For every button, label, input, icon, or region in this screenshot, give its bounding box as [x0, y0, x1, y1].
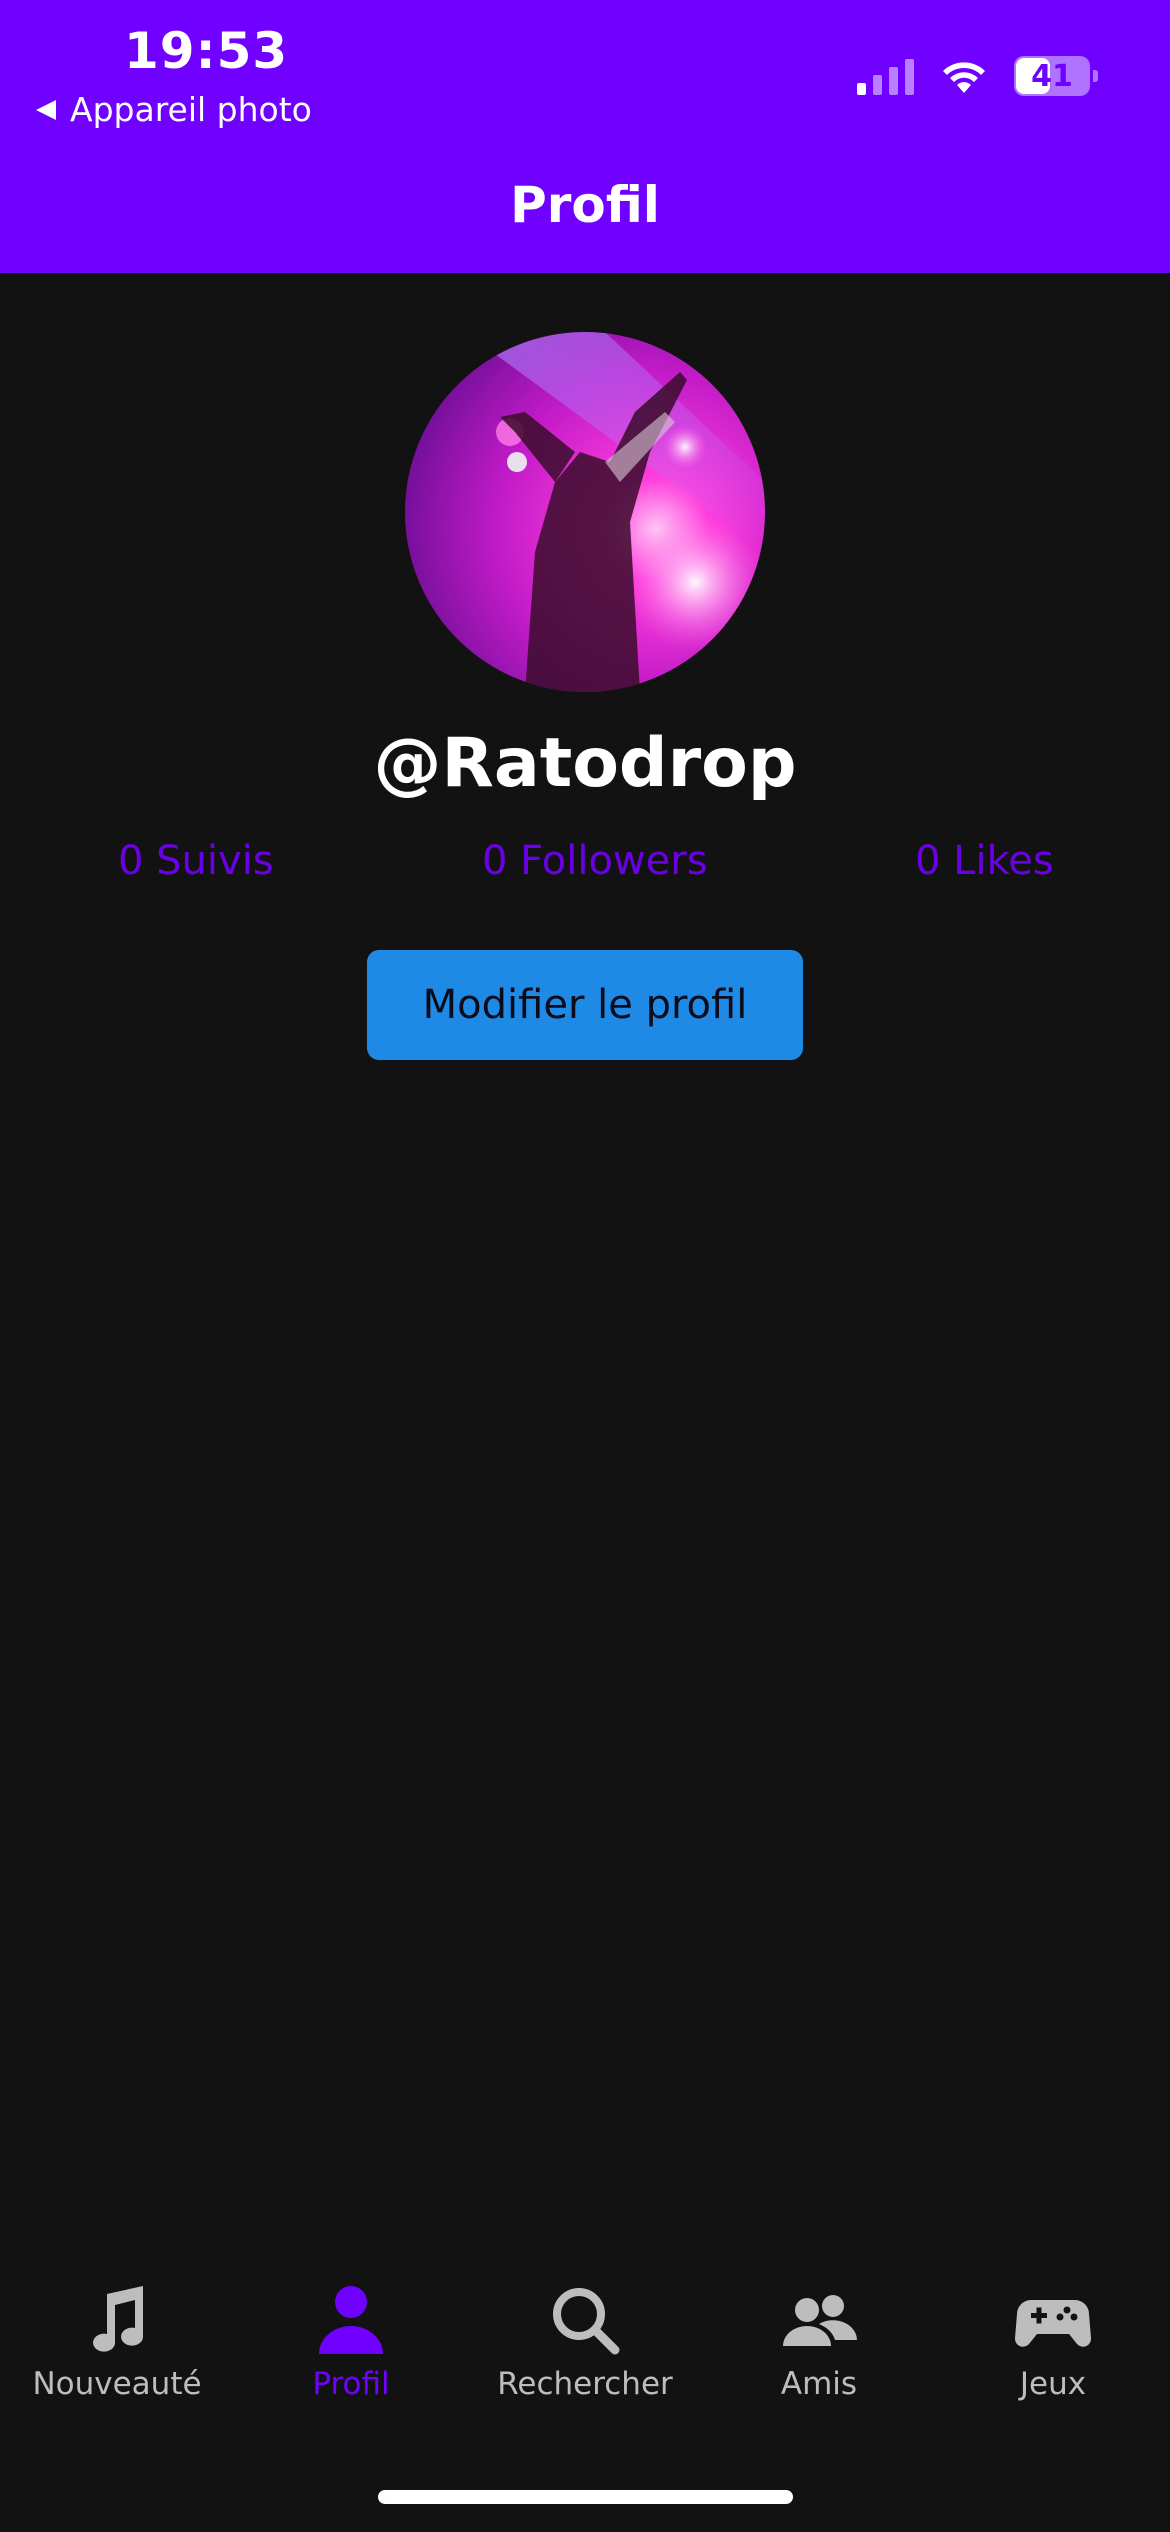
friends-icon — [783, 2295, 857, 2346]
home-indicator[interactable] — [378, 2490, 793, 2504]
following-count[interactable]: 0 Suivis — [118, 838, 274, 884]
tab-jeux[interactable]: Jeux — [936, 2280, 1170, 2420]
tab-label: Profil — [312, 2366, 390, 2402]
app-header: 19:53 Appareil photo 41 Profil — [0, 0, 1170, 273]
wifi-icon — [943, 62, 985, 93]
tab-label: Nouveauté — [32, 2366, 202, 2402]
status-icons: 41 — [857, 56, 1098, 96]
tab-nouveaute[interactable]: Nouveauté — [0, 2280, 234, 2420]
person-icon — [319, 2286, 383, 2354]
music-note-icon — [93, 2286, 144, 2352]
profile-screen: 19:53 Appareil photo 41 Profil @Ratodrop… — [0, 0, 1170, 2532]
username: @Ratodrop — [373, 724, 797, 803]
gamepad-icon — [1014, 2300, 1092, 2347]
bottom-tab-bar: Nouveauté Profil Rechercher Amis Jeux — [0, 2280, 1170, 2420]
tab-amis[interactable]: Amis — [702, 2280, 936, 2420]
back-link-label: Appareil photo — [70, 90, 312, 129]
status-time: 19:53 — [124, 22, 289, 80]
back-to-app-link[interactable]: Appareil photo — [36, 90, 312, 129]
tab-label: Amis — [780, 2366, 858, 2402]
back-arrow-icon — [36, 99, 56, 120]
search-icon — [553, 2288, 620, 2355]
battery-icon: 41 — [1014, 56, 1098, 96]
followers-count[interactable]: 0 Followers — [482, 838, 708, 884]
tab-profil[interactable]: Profil — [234, 2280, 468, 2420]
tab-label: Jeux — [1019, 2366, 1087, 2402]
tab-rechercher[interactable]: Rechercher — [468, 2280, 702, 2420]
battery-level: 41 — [1031, 58, 1073, 94]
edit-profile-button[interactable]: Modifier le profil — [367, 950, 803, 1060]
avatar-photo — [405, 332, 765, 692]
page-title: Profil — [510, 176, 660, 234]
likes-count[interactable]: 0 Likes — [915, 838, 1054, 884]
cellular-signal-icon — [857, 57, 914, 95]
tab-label: Rechercher — [497, 2366, 673, 2402]
avatar[interactable] — [405, 332, 765, 692]
